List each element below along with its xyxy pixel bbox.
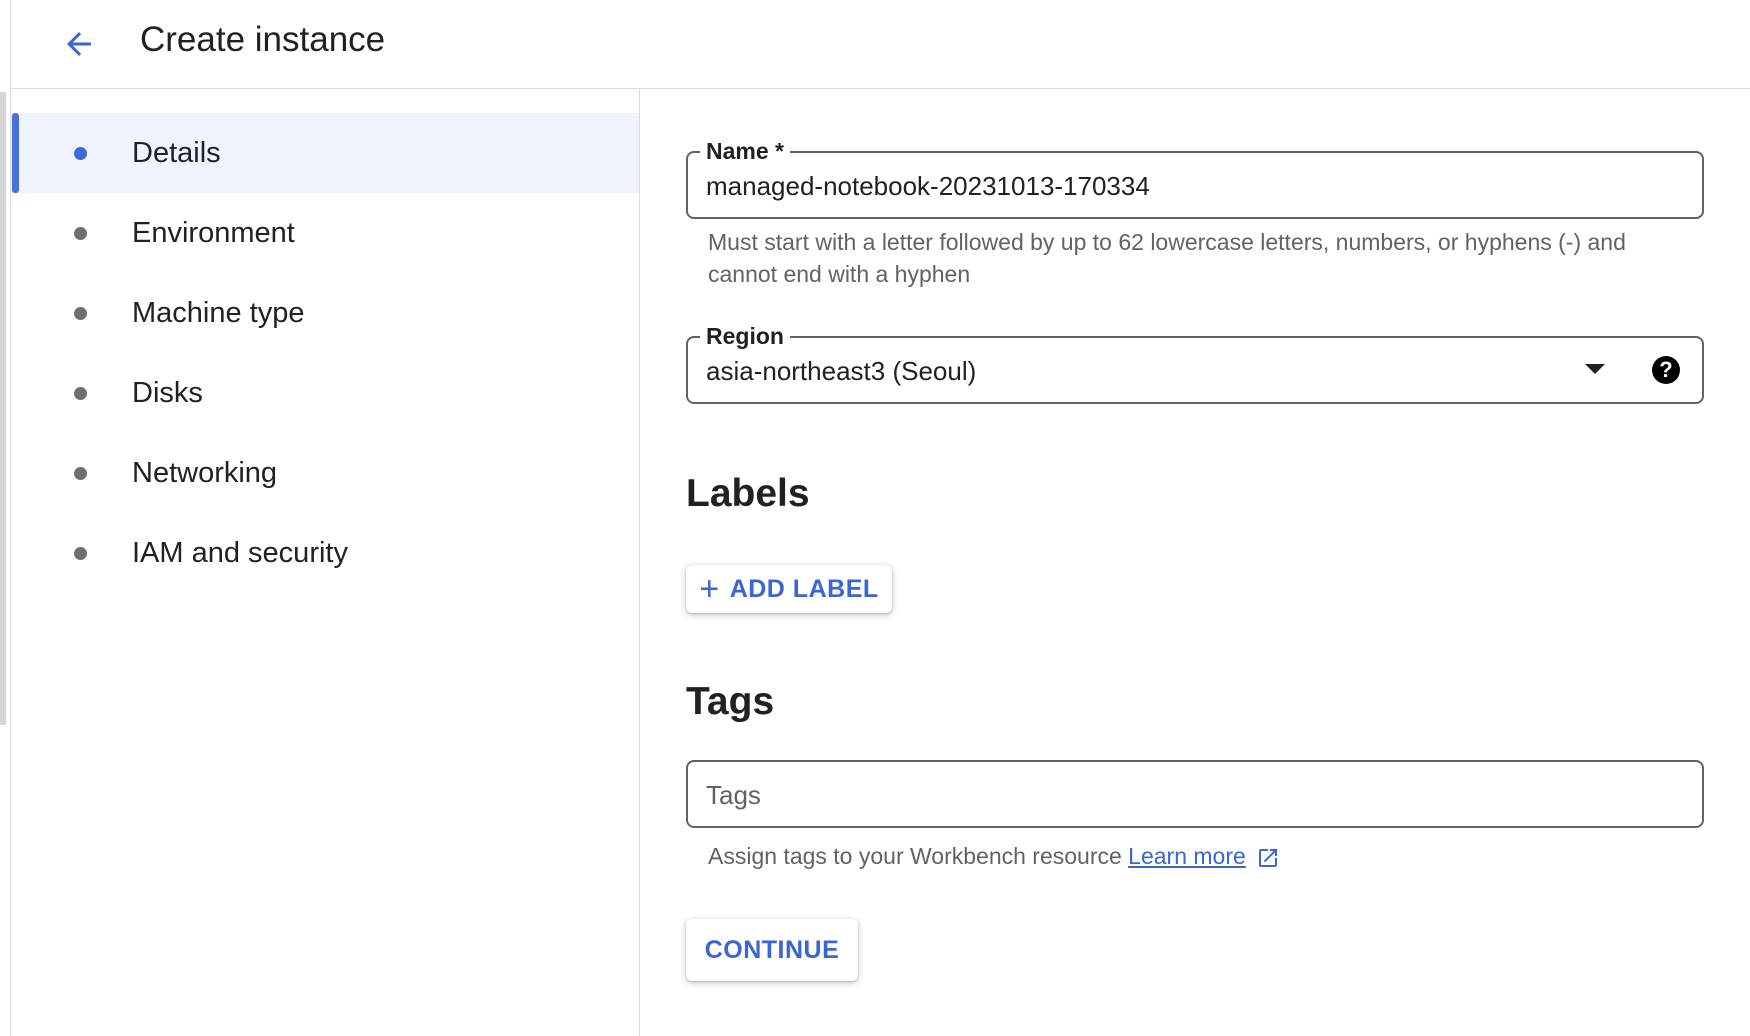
open-in-new-icon[interactable]: [1256, 846, 1280, 870]
help-icon[interactable]: ?: [1652, 356, 1680, 384]
step-label: Details: [132, 136, 221, 169]
scrollbar[interactable]: [0, 92, 6, 725]
labels-heading: Labels: [686, 472, 810, 515]
plus-icon: +: [699, 570, 720, 608]
step-item-networking[interactable]: Networking: [11, 433, 639, 513]
page-header: Create instance: [11, 0, 1750, 89]
arrow-back-icon: [67, 32, 91, 56]
step-dot-icon: [74, 146, 87, 160]
name-hint-line1: Must start with a letter followed by up …: [708, 229, 1626, 255]
name-hint: Must start with a letter followed by up …: [708, 226, 1626, 290]
step-dot-icon: [74, 226, 87, 240]
step-item-disks[interactable]: Disks: [11, 353, 639, 433]
step-item-machine-type[interactable]: Machine type: [11, 273, 639, 353]
tags-field[interactable]: [686, 760, 1704, 828]
step-label: Machine type: [132, 296, 305, 329]
continue-button[interactable]: CONTINUE: [686, 919, 858, 981]
name-field-label: Name *: [700, 137, 790, 165]
stepper-sidebar: Details Environment Machine type Disks N…: [11, 89, 640, 1036]
add-label-button[interactable]: + ADD LABEL: [686, 565, 892, 613]
name-hint-line2: cannot end with a hyphen: [708, 261, 971, 287]
region-field-label: Region: [700, 322, 790, 350]
name-field-value[interactable]: managed-notebook-20231013-170334: [706, 171, 1150, 201]
step-dot-icon: [74, 386, 87, 400]
step-label: Disks: [132, 376, 203, 409]
learn-more-link[interactable]: Learn more: [1128, 843, 1246, 869]
step-label: IAM and security: [132, 536, 348, 569]
step-dot-icon: [74, 466, 87, 480]
add-label-text: ADD LABEL: [729, 574, 879, 603]
step-dot-icon: [74, 306, 87, 320]
step-label: Networking: [132, 456, 278, 489]
tags-hint-text: Assign tags to your Workbench resource: [708, 843, 1122, 869]
step-item-iam-security[interactable]: IAM and security: [11, 513, 639, 593]
page-title: Create instance: [140, 20, 386, 59]
step-list: Details Environment Machine type Disks N…: [11, 113, 639, 593]
continue-button-label: CONTINUE: [704, 935, 840, 964]
step-label: Environment: [132, 216, 295, 249]
tags-heading: Tags: [686, 680, 775, 723]
step-item-environment[interactable]: Environment: [11, 193, 639, 273]
tags-hint: Assign tags to your Workbench resource L…: [708, 840, 1280, 872]
region-field-value: asia-northeast3 (Seoul): [706, 356, 977, 386]
tags-input[interactable]: [706, 778, 1666, 812]
create-instance-page: Create instance Details Environment Mach…: [0, 0, 1750, 1036]
region-select[interactable]: Region asia-northeast3 (Seoul) ?: [686, 322, 1704, 404]
details-form: Name * managed-notebook-20231013-170334 …: [640, 89, 1750, 1036]
dropdown-arrow-icon[interactable]: [1585, 364, 1605, 374]
back-button[interactable]: [46, 16, 112, 72]
step-item-details[interactable]: Details: [11, 113, 639, 193]
name-field[interactable]: Name * managed-notebook-20231013-170334: [686, 137, 1704, 219]
step-dot-icon: [74, 546, 87, 560]
